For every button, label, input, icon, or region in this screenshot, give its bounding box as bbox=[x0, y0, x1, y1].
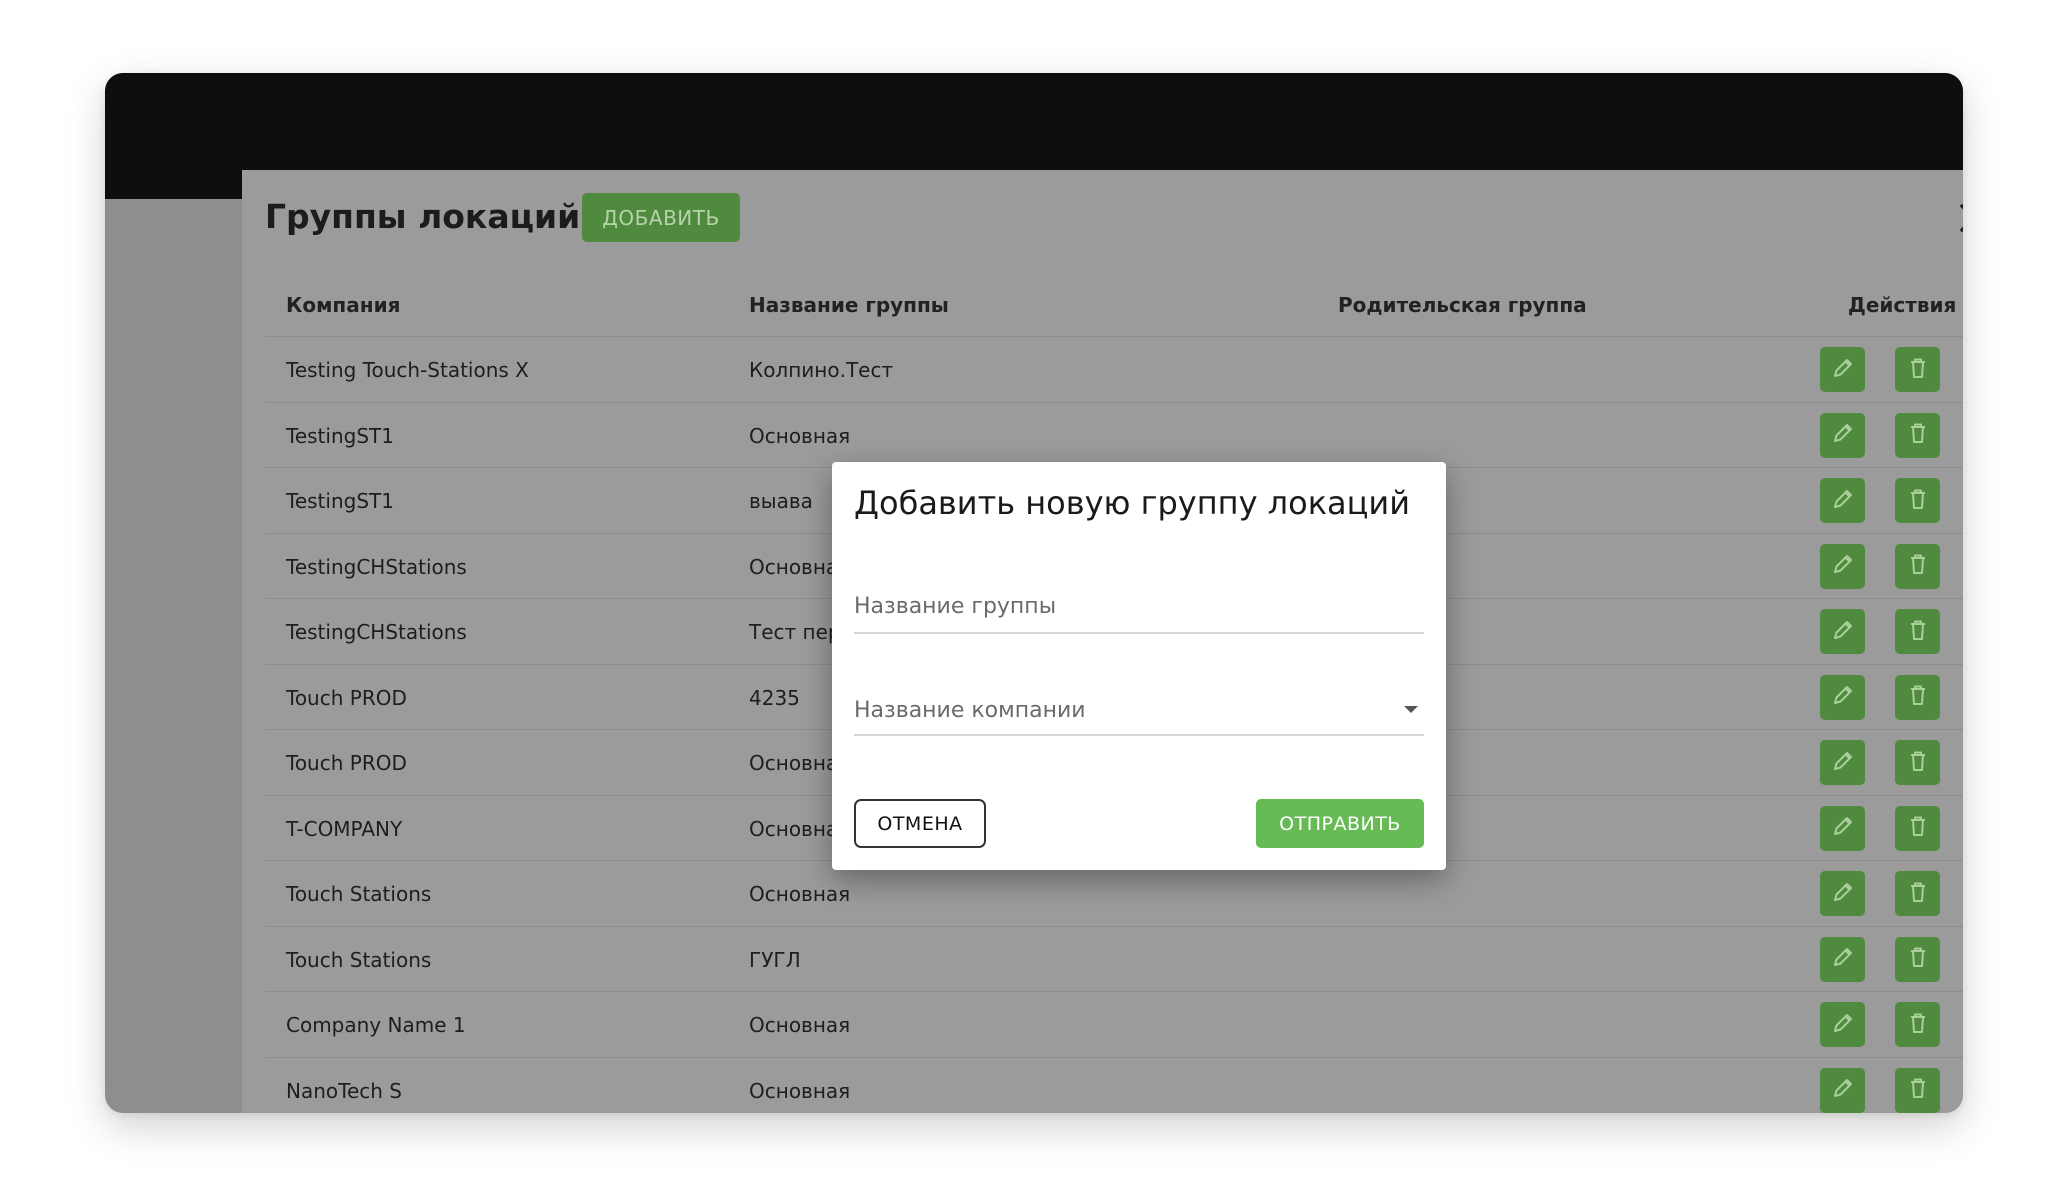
delete-button[interactable] bbox=[1895, 543, 1940, 589]
trash-icon bbox=[1905, 813, 1931, 843]
modal-title: Добавить новую группу локаций bbox=[854, 484, 1411, 522]
caret-down-icon[interactable] bbox=[1404, 706, 1418, 713]
group-name-cell: Основна bbox=[749, 751, 839, 775]
delete-button[interactable] bbox=[1895, 805, 1940, 851]
delete-button[interactable] bbox=[1895, 478, 1940, 523]
company-cell: Touch Stations bbox=[286, 882, 432, 906]
add-group-button[interactable]: ДОБАВИТЬ bbox=[582, 193, 740, 242]
table-row: TestingST1 Основная bbox=[265, 403, 1963, 468]
pencil-icon bbox=[1830, 486, 1856, 516]
group-name-input[interactable] bbox=[854, 580, 1424, 632]
company-cell: Company Name 1 bbox=[286, 1013, 466, 1037]
pencil-icon bbox=[1830, 813, 1856, 843]
table-row: Company Name 1 Основная bbox=[265, 992, 1963, 1058]
edit-button[interactable] bbox=[1820, 609, 1865, 654]
edit-button[interactable] bbox=[1820, 412, 1865, 458]
page-title: Группы локаций bbox=[265, 197, 581, 236]
pencil-icon bbox=[1830, 1010, 1856, 1040]
company-cell: NanoTech S bbox=[286, 1078, 402, 1103]
group-name-field bbox=[854, 580, 1424, 634]
trash-icon bbox=[1905, 748, 1931, 778]
trash-icon bbox=[1905, 1075, 1931, 1105]
pencil-icon bbox=[1830, 420, 1856, 450]
column-header-parent-group: Родительская группа bbox=[1338, 293, 1587, 317]
pencil-icon bbox=[1830, 748, 1856, 778]
edit-button[interactable] bbox=[1820, 1067, 1865, 1113]
group-name-cell: 4235 bbox=[749, 685, 800, 710]
trash-icon bbox=[1905, 944, 1931, 974]
edit-button[interactable] bbox=[1820, 347, 1865, 392]
group-name-cell: Основная bbox=[749, 423, 851, 448]
edit-button[interactable] bbox=[1820, 740, 1865, 785]
trash-icon bbox=[1905, 551, 1931, 581]
column-header-actions: Действия bbox=[1848, 293, 1957, 317]
trash-icon bbox=[1905, 682, 1931, 712]
cancel-button[interactable]: ОТМЕНА bbox=[854, 799, 986, 848]
delete-button[interactable] bbox=[1895, 674, 1940, 720]
table-row: Testing Touch-Stations X Колпино.Тест bbox=[265, 337, 1963, 403]
group-name-cell: Тест пер bbox=[749, 620, 841, 644]
delete-button[interactable] bbox=[1895, 740, 1940, 785]
delete-button[interactable] bbox=[1895, 609, 1940, 654]
edit-button[interactable] bbox=[1820, 871, 1865, 916]
delete-button[interactable] bbox=[1895, 1067, 1940, 1113]
edit-button[interactable] bbox=[1820, 805, 1865, 851]
submit-button[interactable]: ОТПРАВИТЬ bbox=[1256, 799, 1424, 848]
pencil-icon bbox=[1830, 551, 1856, 581]
close-icon[interactable] bbox=[1954, 198, 1963, 238]
company-cell: TestingCHStations bbox=[286, 620, 467, 644]
pencil-icon bbox=[1830, 944, 1856, 974]
pencil-icon bbox=[1830, 355, 1856, 385]
group-name-cell: выава bbox=[749, 489, 813, 513]
trash-icon bbox=[1905, 486, 1931, 516]
company-cell: Touch PROD bbox=[286, 751, 407, 775]
pencil-icon bbox=[1830, 1075, 1856, 1105]
pencil-icon bbox=[1830, 879, 1856, 909]
group-name-cell: Основная bbox=[749, 1078, 851, 1103]
trash-icon bbox=[1905, 879, 1931, 909]
edit-button[interactable] bbox=[1820, 478, 1865, 523]
company-cell: TestingST1 bbox=[286, 423, 394, 448]
group-name-cell: Основная bbox=[749, 1013, 851, 1037]
trash-icon bbox=[1905, 420, 1931, 450]
company-select-label: Название компании bbox=[854, 698, 1086, 723]
pencil-icon bbox=[1830, 682, 1856, 712]
edit-button[interactable] bbox=[1820, 674, 1865, 720]
delete-button[interactable] bbox=[1895, 412, 1940, 458]
pencil-icon bbox=[1830, 617, 1856, 647]
group-name-cell: Колпино.Тест bbox=[749, 358, 894, 382]
group-name-cell: Основная bbox=[749, 882, 851, 906]
table-row: Touch Stations Основная bbox=[265, 861, 1963, 927]
company-select[interactable]: Название компании bbox=[854, 682, 1424, 736]
company-cell: TestingST1 bbox=[286, 489, 394, 513]
column-header-company: Компания bbox=[286, 293, 401, 317]
trash-icon bbox=[1905, 355, 1931, 385]
column-header-group-name: Название группы bbox=[749, 293, 949, 317]
edit-button[interactable] bbox=[1820, 1002, 1865, 1047]
company-cell: Touch PROD bbox=[286, 685, 407, 710]
group-name-cell: Основна bbox=[749, 816, 839, 841]
edit-button[interactable] bbox=[1820, 936, 1865, 982]
trash-icon bbox=[1905, 617, 1931, 647]
trash-icon bbox=[1905, 1010, 1931, 1040]
table-row: Touch Stations ГУГЛ bbox=[265, 927, 1963, 992]
company-cell: Testing Touch-Stations X bbox=[286, 358, 529, 382]
delete-button[interactable] bbox=[1895, 936, 1940, 982]
add-group-modal: Добавить новую группу локаций Название к… bbox=[832, 462, 1446, 870]
delete-button[interactable] bbox=[1895, 347, 1940, 392]
delete-button[interactable] bbox=[1895, 871, 1940, 916]
company-cell: Touch Stations bbox=[286, 947, 432, 972]
group-name-cell: Основна bbox=[749, 554, 839, 579]
company-cell: T-COMPANY bbox=[286, 816, 403, 841]
group-name-cell: ГУГЛ bbox=[749, 947, 801, 972]
edit-button[interactable] bbox=[1820, 543, 1865, 589]
delete-button[interactable] bbox=[1895, 1002, 1940, 1047]
company-cell: TestingCHStations bbox=[286, 554, 467, 579]
table-row: NanoTech S Основная bbox=[265, 1058, 1963, 1114]
app-window: Группы локаций ДОБАВИТЬ Компания Названи… bbox=[105, 73, 1963, 1113]
table-header: Компания Название группы Родительская гр… bbox=[265, 273, 1963, 337]
